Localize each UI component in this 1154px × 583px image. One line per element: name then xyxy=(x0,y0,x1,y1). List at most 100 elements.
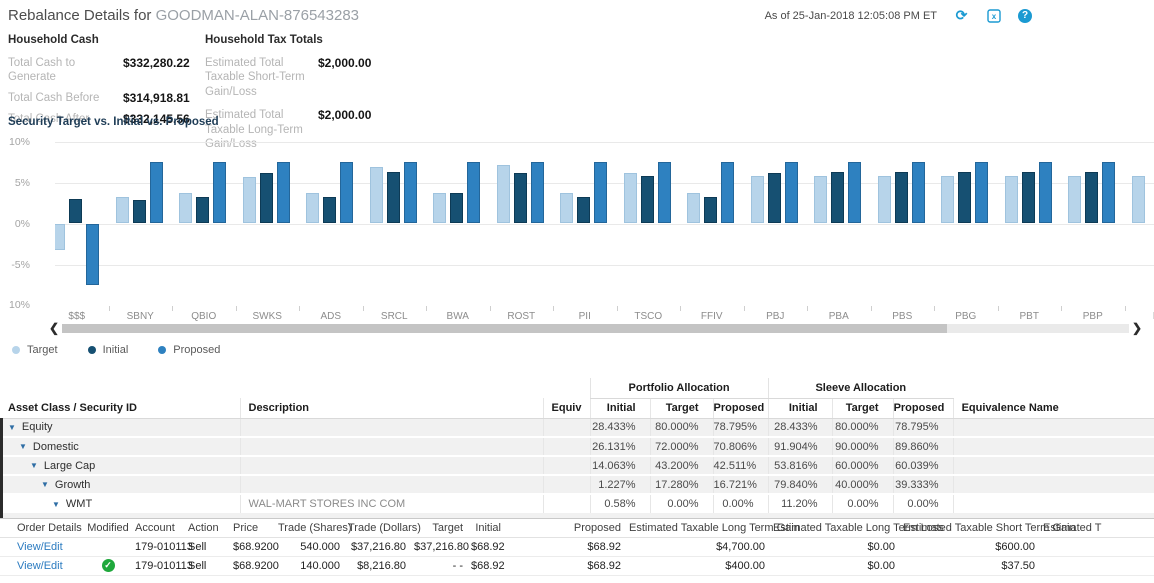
equivalence-name-cell xyxy=(953,475,1154,494)
bar-initial-PBG xyxy=(958,172,971,223)
order-col-header-9: Proposed xyxy=(509,519,629,537)
chart-group-PII xyxy=(553,142,617,305)
bar-target-TSCO xyxy=(624,173,637,224)
equivalence-name-cell xyxy=(953,418,1154,437)
order-col-header-1: Modified xyxy=(86,519,130,537)
portfolio-target-cell: 0.00% xyxy=(650,494,713,513)
refresh-icon[interactable]: ⟳ xyxy=(954,8,969,23)
bar-initial-SBNY xyxy=(133,200,146,224)
rebalance-details-page: Rebalance Details for GOODMAN-ALAN-87654… xyxy=(0,0,1154,583)
account-id: GOODMAN-ALAN-876543283 xyxy=(156,7,359,24)
order-cell-trade_shares: 140.000 xyxy=(278,556,348,575)
page-header: Rebalance Details for GOODMAN-ALAN-87654… xyxy=(0,0,1154,30)
sleeve-proposed-cell: 0.00% xyxy=(893,494,953,513)
y-tick-label: 5% xyxy=(15,177,30,189)
chart-group-SRCL xyxy=(363,142,427,305)
asset-class-label: Large Cap xyxy=(44,460,95,472)
x-tick-label-$$$: $$$ xyxy=(55,311,109,322)
scrollbar-thumb[interactable] xyxy=(62,324,947,333)
bar-proposed-PBT xyxy=(1039,162,1052,224)
collapse-arrow-icon[interactable]: ▼ xyxy=(8,423,16,432)
chart-group-BWA xyxy=(426,142,490,305)
portfolio-initial-cell: 1.227% xyxy=(590,475,650,494)
col-header-sleeve-initial: Initial xyxy=(768,398,832,418)
order-cell-est_lt_loss: $0.00 xyxy=(773,537,903,556)
order-cell-action: Sell xyxy=(188,556,228,575)
collapse-arrow-icon[interactable]: ▼ xyxy=(41,480,49,489)
bar-initial-BWA xyxy=(450,193,463,223)
description-cell xyxy=(240,475,543,494)
x-tick-label-PBJ: PBJ xyxy=(744,311,808,322)
view-edit-link[interactable]: View/Edit xyxy=(17,560,63,572)
portfolio-allocation-group-header: Portfolio Allocation xyxy=(590,378,768,398)
household-tax-heading: Household Tax Totals xyxy=(205,34,465,46)
bar-initial-QBIO xyxy=(196,197,209,224)
portfolio-initial-cell: 0.58% xyxy=(590,494,650,513)
tax-label: Estimated Total Taxable Short-Term Gain/… xyxy=(205,56,318,99)
bar-initial-PBS xyxy=(895,172,908,223)
chart-group-QBIO xyxy=(172,142,236,305)
portfolio-proposed-cell: 42.511% xyxy=(713,456,768,475)
modified-check-icon: ✓ xyxy=(102,559,115,572)
portfolio-target-cell: 17.280% xyxy=(650,475,713,494)
order-col-header-0: Order Details xyxy=(0,519,86,537)
bar-initial-SRCL xyxy=(387,172,400,223)
legend-item-proposed: Proposed xyxy=(158,344,220,356)
sleeve-initial-cell: 28.433% xyxy=(768,418,832,437)
order-row: View/Edit179-010113Sell$68.9200540.000$3… xyxy=(0,537,1154,556)
portfolio-initial-cell: 28.433% xyxy=(590,418,650,437)
legend-label: Proposed xyxy=(173,344,220,356)
table-left-accent xyxy=(0,418,3,518)
col-header-portfolio-target: Target xyxy=(650,398,713,418)
help-icon[interactable]: ? xyxy=(1018,9,1032,23)
bar-proposed-PBS xyxy=(912,162,925,224)
tree-node: ▼Growth xyxy=(0,479,240,491)
sleeve-initial-cell: 91.904% xyxy=(768,437,832,456)
bar-proposed-PBP xyxy=(1102,162,1115,224)
scroll-left-arrow[interactable]: ❮ xyxy=(46,322,62,334)
tree-node: ▼Equity xyxy=(0,421,240,433)
order-cell-last xyxy=(1043,537,1154,556)
y-tick-label: 0% xyxy=(15,218,30,230)
chart-group-P xyxy=(1125,142,1154,305)
collapse-arrow-icon[interactable]: ▼ xyxy=(52,500,60,509)
allocation-row-wmt: ▼WMTWAL-MART STORES INC COM0.58%0.00%0.0… xyxy=(0,494,1154,513)
col-header-equiv: Equiv xyxy=(543,398,590,418)
scrollbar-track[interactable] xyxy=(62,324,1129,333)
order-col-header-8: Initial xyxy=(471,519,509,537)
bar-proposed-TSCO xyxy=(658,162,671,224)
order-col-header-4: Price xyxy=(228,519,278,537)
bar-initial-ADS xyxy=(323,197,336,224)
bar-target-PBS xyxy=(878,176,891,223)
x-tick-label-ADS: ADS xyxy=(299,311,363,322)
view-edit-link[interactable]: View/Edit xyxy=(17,541,63,553)
bar-target-SRCL xyxy=(370,167,383,223)
order-cell-last xyxy=(1043,556,1154,575)
description-cell xyxy=(240,418,543,437)
x-tick-label-ROST: ROST xyxy=(490,311,554,322)
export-to-excel-icon[interactable]: x xyxy=(986,8,1001,23)
tax-summary-row: Estimated Total Taxable Short-Term Gain/… xyxy=(205,56,465,99)
order-details-section: Order DetailsModifiedAccountActionPriceT… xyxy=(0,518,1154,576)
portfolio-proposed-cell: 0.00% xyxy=(713,494,768,513)
sleeve-initial-cell: 11.20% xyxy=(768,494,832,513)
scroll-right-arrow[interactable]: ❯ xyxy=(1129,322,1145,334)
asset-class-cell: ▼ Large Cap xyxy=(0,456,240,475)
x-tick-label-PBG: PBG xyxy=(934,311,998,322)
bar-proposed-SRCL xyxy=(404,162,417,224)
portfolio-proposed-cell: 78.795% xyxy=(713,418,768,437)
asset-class-cell: ▼Equity xyxy=(0,418,240,437)
x-tick-label-SWKS: SWKS xyxy=(236,311,300,322)
sleeve-initial-cell: 79.840% xyxy=(768,475,832,494)
tax-value: $2,000.00 xyxy=(318,56,371,99)
bar-target-PBT xyxy=(1005,176,1018,223)
collapse-arrow-icon[interactable]: ▼ xyxy=(30,461,38,470)
x-tick-label-SRCL: SRCL xyxy=(363,311,427,322)
bar-proposed-SBNY xyxy=(150,162,163,224)
allocation-row-growth: ▼Growth1.227%17.280%16.721%79.840%40.000… xyxy=(0,475,1154,494)
sleeve-target-cell: 90.000% xyxy=(832,437,893,456)
security-chart: Security Target vs. Initial vs. Proposed… xyxy=(0,116,1154,364)
order-cell-target: $37,216.80 xyxy=(414,537,471,556)
collapse-arrow-icon[interactable]: ▼ xyxy=(19,442,27,451)
order-cell-price: $68.9200 xyxy=(228,537,278,556)
